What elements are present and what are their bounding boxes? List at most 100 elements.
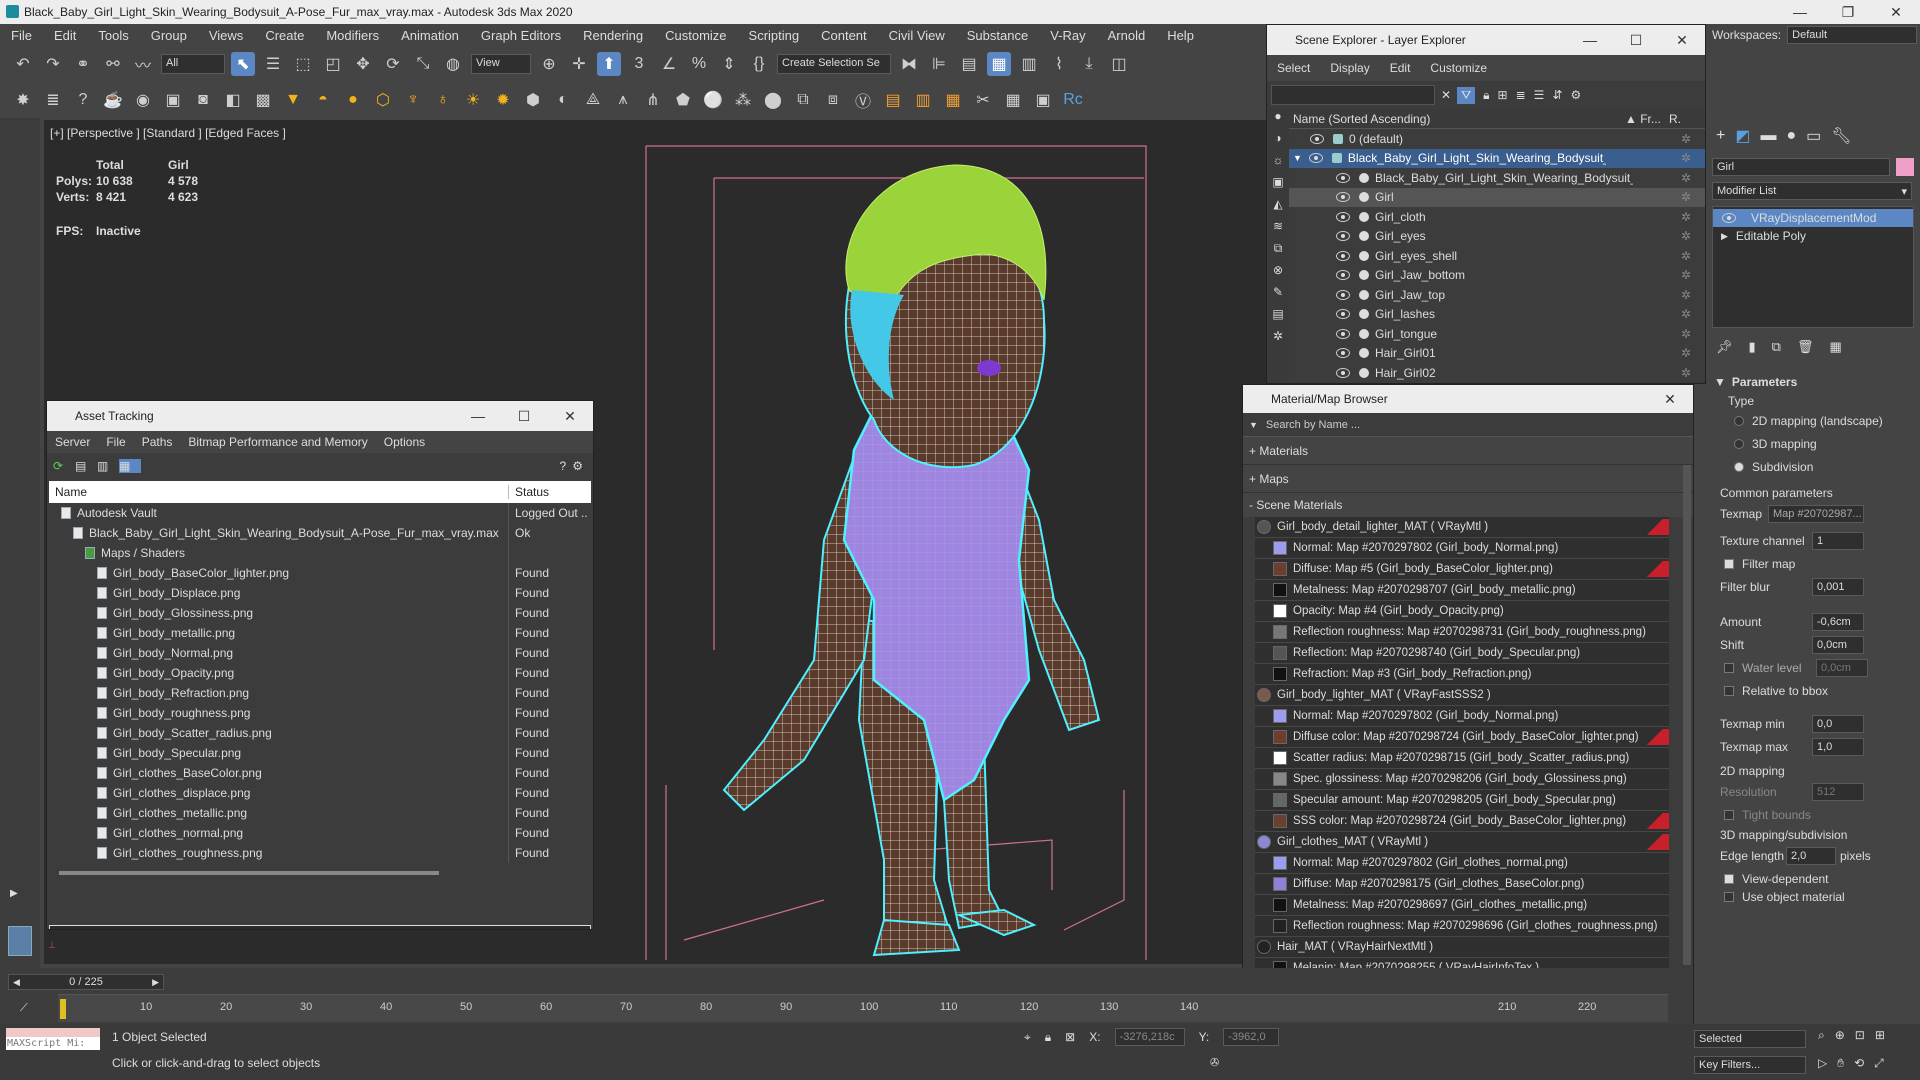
object-name-field[interactable]: Girl [1712,158,1891,176]
table-row[interactable]: Girl_body_Specular.png Found [49,743,591,763]
table-row[interactable]: Maps / Shaders [49,543,591,563]
minimize-icon[interactable]: — [455,408,501,424]
table-row[interactable]: Girl_clothes_displace.png Found [49,783,591,803]
remove-modifier-icon[interactable]: 🗑︎ [1797,339,1814,355]
table-row[interactable]: Girl_clothes_normal.png Found [49,823,591,843]
move-icon[interactable]: ✥ [351,52,375,76]
freeze-icon[interactable]: ✲ [1681,327,1691,341]
modify-tab-icon[interactable]: ◩ [1735,126,1750,146]
freeze-icon[interactable]: ✲ [1681,346,1691,360]
frozen-column-header[interactable]: ▲ Fr... [1625,112,1669,126]
material-item[interactable]: Hair_MAT ( VRayHairNextMtl ) [1255,937,1669,958]
place-icon[interactable]: ◍ [441,52,465,76]
maximize-icon[interactable]: ☐ [501,408,547,425]
orbit-icon[interactable]: ⟲ [1854,1056,1864,1071]
scene-materials-group[interactable]: - Scene Materials [1243,493,1693,517]
utilities-tab-icon[interactable]: 🔧︎ [1831,126,1851,146]
vray-clipper-icon[interactable]: ⬟ [671,88,695,112]
display-tab-icon[interactable]: ▭ [1806,126,1821,146]
freeze-icon[interactable]: ✲ [1681,132,1691,146]
display-xrefs-icon[interactable]: ⊗ [1267,263,1289,285]
scene-explorer-icon[interactable]: ▤ [957,52,981,76]
scale-icon[interactable]: ⤡ [411,52,435,76]
multi-material-icon[interactable]: ⁂ [731,88,755,112]
display-spacewarps-icon[interactable]: ≋ [1267,219,1289,241]
grid-icon[interactable]: ▦ [1001,88,1025,112]
tools-icon[interactable]: ✂ [971,88,995,112]
scene-tree-item[interactable]: 0 (default) ✲ [1289,129,1705,149]
ies-light-icon[interactable]: ♆ [401,88,425,112]
material-search-input[interactable]: Search by Name ... [1266,416,1693,434]
clear-search-icon[interactable]: ✕ [1441,88,1451,102]
asset-menu-server[interactable]: Server [47,435,98,449]
prev-frame-icon[interactable]: ◀ [13,977,20,988]
vray-light-icon[interactable]: ▼ [281,88,305,112]
render-setup-icon[interactable]: ◉ [131,88,155,112]
menu-group[interactable]: Group [140,28,198,43]
display-cameras-icon[interactable]: ▣ [1267,175,1289,197]
freeze-icon[interactable]: ✲ [1681,210,1691,224]
table-row[interactable]: Girl_clothes_BaseColor.png Found [49,763,591,783]
menu-edit[interactable]: Edit [43,28,87,43]
visibility-eye-icon[interactable] [1336,328,1350,339]
material-browser-titlebar[interactable]: Material/Map Browser ✕ [1243,385,1693,413]
workspace-selector[interactable]: Workspaces: Default [1712,24,1920,46]
visibility-eye-icon[interactable] [1308,153,1323,164]
unlink-icon[interactable]: ⚯ [101,52,125,76]
lightmix-icon[interactable]: ⧈ [821,88,845,112]
visibility-eye-icon[interactable] [1336,367,1350,378]
next-frame-icon[interactable]: ▶ [152,977,159,988]
minimize-icon[interactable]: — [1776,4,1824,20]
table-row[interactable]: Girl_body_roughness.png Found [49,703,591,723]
status-column-header[interactable]: Status [509,485,549,499]
selection-lock-icon[interactable]: 🔒︎ [1045,1030,1051,1045]
scene-tree-item[interactable]: Black_Baby_Girl_Light_Skin_Wearing_Bodys… [1289,168,1705,188]
close-icon[interactable]: ✕ [1872,4,1920,21]
map-item[interactable]: Specular amount: Map #2070298205 (Girl_b… [1255,790,1669,811]
expand-icon[interactable]: ▶ [10,888,18,899]
vray-logo-icon[interactable]: Ⓥ [851,88,875,112]
dome-light-icon[interactable]: ◓ [311,88,335,112]
viewport-layout-icon[interactable] [8,926,32,956]
proxy-icon[interactable]: ⬢ [521,88,545,112]
display-bones-icon[interactable]: ✎ [1267,285,1289,307]
map-item[interactable]: Opacity: Map #4 (Girl_body_Opacity.png) [1255,601,1669,622]
freeze-icon[interactable]: ✲ [1681,288,1691,302]
maximize-icon[interactable]: ☐ [1613,32,1659,49]
schematic-view-icon[interactable]: ⤓ [1077,52,1101,76]
material-item[interactable]: Girl_body_lighter_MAT ( VRayFastSSS2 ) [1255,685,1669,706]
display-containers-icon[interactable]: ▤ [1267,307,1289,329]
x-coordinate-field[interactable]: -3276,218c [1114,1028,1185,1046]
map-item[interactable]: Metalness: Map #2070298697 (Girl_clothes… [1255,895,1669,916]
pin-stack-icon[interactable]: 📌︎ [1716,339,1733,355]
map-item[interactable]: Diffuse color: Map #2070298724 (Girl_bod… [1255,727,1669,748]
workspace-dropdown[interactable]: Default [1787,26,1918,44]
scene-menu-customize[interactable]: Customize [1420,61,1497,75]
texmap-button[interactable]: Map #20702987... [1768,504,1864,523]
texmap-max-spinner[interactable]: 1,0 [1812,737,1864,756]
fbx-import-icon[interactable]: ▦ [941,88,965,112]
render-column-header[interactable]: R. [1669,112,1681,126]
maximize-viewport-icon[interactable]: ⤢ [1874,1056,1884,1071]
resolution-spinner[interactable]: 512 [1812,782,1864,801]
map-item[interactable]: Refraction: Map #3 (Girl_body_Refraction… [1255,664,1669,685]
type-3d-radio[interactable]: 3D mapping [1714,432,1912,455]
material-lib-icon[interactable]: ⬤ [761,88,785,112]
zoom-icon[interactable]: ⌕ [1818,1028,1825,1043]
create-tab-icon[interactable]: + [1716,127,1725,145]
use-object-material-checkbox[interactable]: Use object material [1714,890,1912,904]
track-bar[interactable]: 10 20 30 40 50 60 70 80 90 100 110 120 130 140 210 220 [58,994,1668,1022]
water-level-spinner[interactable]: 0,0cm [1816,658,1868,677]
table-row[interactable]: Girl_body_Scatter_radius.png Found [49,723,591,743]
map-item[interactable]: Reflection: Map #2070298740 (Girl_body_S… [1255,643,1669,664]
view-dependent-checkbox[interactable]: View-dependent [1714,867,1912,890]
sphere-light-icon[interactable]: ● [341,88,365,112]
scene-search-field[interactable] [1271,85,1435,105]
selection-filter-dropdown[interactable]: All [161,54,225,74]
amount-spinner[interactable]: -0,6cm [1812,612,1864,631]
modifier-list-dropdown[interactable]: Modifier List ▾ [1712,182,1912,200]
asset-menu-options[interactable]: Options [376,435,433,449]
curve-editor-toggle-icon[interactable]: ⟋ [20,1002,28,1015]
material-editor-icon[interactable]: ◫ [1107,52,1131,76]
zoom-all-icon[interactable]: ⊕ [1835,1028,1845,1043]
